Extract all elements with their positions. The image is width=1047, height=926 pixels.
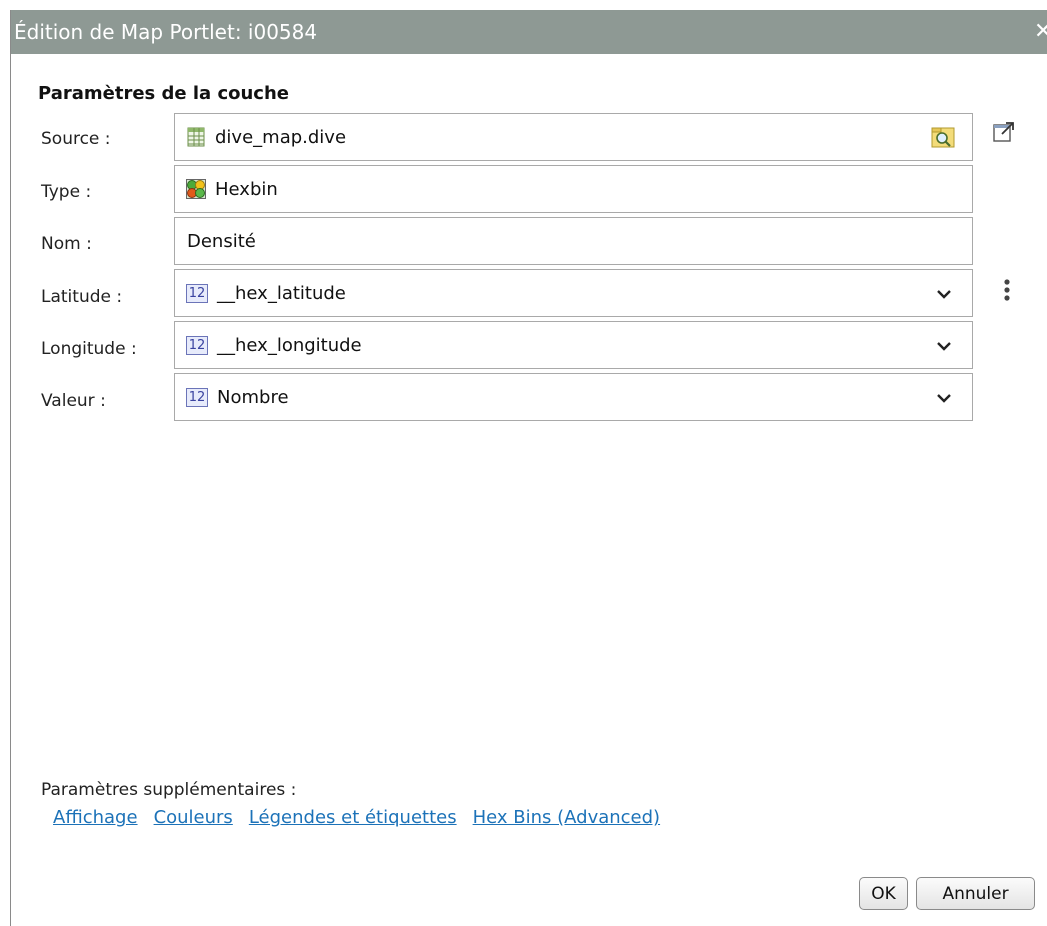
latitude-value: __hex_latitude bbox=[217, 282, 346, 304]
name-label: Nom : bbox=[41, 234, 92, 254]
latitude-select[interactable]: 12 __hex_latitude bbox=[174, 269, 973, 317]
latitude-label: Latitude : bbox=[41, 287, 123, 307]
dialog-titlebar[interactable]: Édition de Map Portlet: i00584 ✕ bbox=[11, 10, 1047, 54]
dialog-title: Édition de Map Portlet: i00584 bbox=[14, 20, 318, 44]
source-field[interactable]: dive_map.dive bbox=[174, 113, 973, 161]
close-icon[interactable]: ✕ bbox=[1034, 10, 1047, 54]
name-input[interactable]: Densité bbox=[174, 217, 973, 265]
extra-params-links: Affichage Couleurs Légendes et étiquette… bbox=[53, 807, 660, 828]
source-label: Source : bbox=[41, 129, 111, 149]
link-legendes-etiquettes[interactable]: Légendes et étiquettes bbox=[249, 807, 457, 828]
longitude-select[interactable]: 12 __hex_longitude bbox=[174, 321, 973, 369]
cancel-button[interactable]: Annuler bbox=[916, 877, 1035, 910]
type-label: Type : bbox=[41, 182, 92, 202]
value-value: Nombre bbox=[217, 386, 289, 408]
link-hex-bins-advanced[interactable]: Hex Bins (Advanced) bbox=[473, 807, 660, 828]
type-field[interactable]: Hexbin bbox=[174, 165, 973, 213]
source-value: dive_map.dive bbox=[215, 126, 347, 148]
name-value: Densité bbox=[187, 230, 256, 252]
extra-params-label: Paramètres supplémentaires : bbox=[41, 780, 297, 800]
table-icon bbox=[187, 127, 205, 147]
numeric-field-icon: 12 bbox=[186, 335, 208, 355]
section-title: Paramètres de la couche bbox=[38, 83, 289, 104]
link-affichage[interactable]: Affichage bbox=[53, 807, 138, 828]
numeric-field-icon: 12 bbox=[186, 387, 208, 407]
longitude-label: Longitude : bbox=[41, 339, 137, 359]
vertical-dots-icon[interactable] bbox=[1003, 278, 1011, 304]
ok-button[interactable]: OK bbox=[859, 877, 908, 910]
type-value: Hexbin bbox=[215, 178, 278, 200]
open-external-icon[interactable] bbox=[993, 121, 1015, 143]
folder-search-icon[interactable] bbox=[931, 126, 957, 150]
longitude-value: __hex_longitude bbox=[217, 334, 362, 356]
numeric-field-icon: 12 bbox=[186, 283, 208, 303]
chevron-down-icon[interactable] bbox=[936, 339, 952, 353]
link-couleurs[interactable]: Couleurs bbox=[154, 807, 233, 828]
value-select[interactable]: 12 Nombre bbox=[174, 373, 973, 421]
value-label: Valeur : bbox=[41, 391, 106, 411]
chevron-down-icon[interactable] bbox=[936, 287, 952, 301]
chevron-down-icon[interactable] bbox=[936, 391, 952, 405]
hexbin-icon bbox=[186, 179, 206, 199]
map-portlet-edit-dialog: Édition de Map Portlet: i00584 ✕ Paramèt… bbox=[10, 10, 1047, 926]
